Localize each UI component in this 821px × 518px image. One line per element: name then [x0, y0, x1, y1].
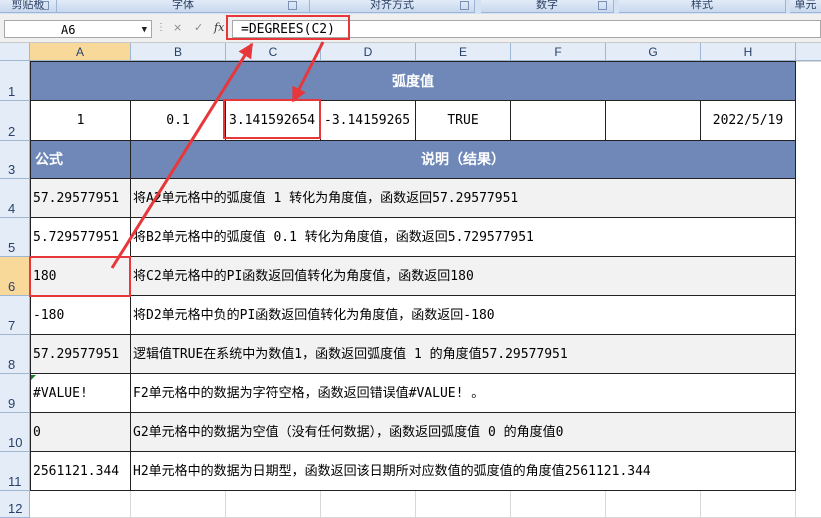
arrow-a6-to-formula: [110, 42, 254, 269]
annotation-arrows: [110, 41, 325, 269]
arrow-formula-to-c2: [291, 41, 325, 103]
